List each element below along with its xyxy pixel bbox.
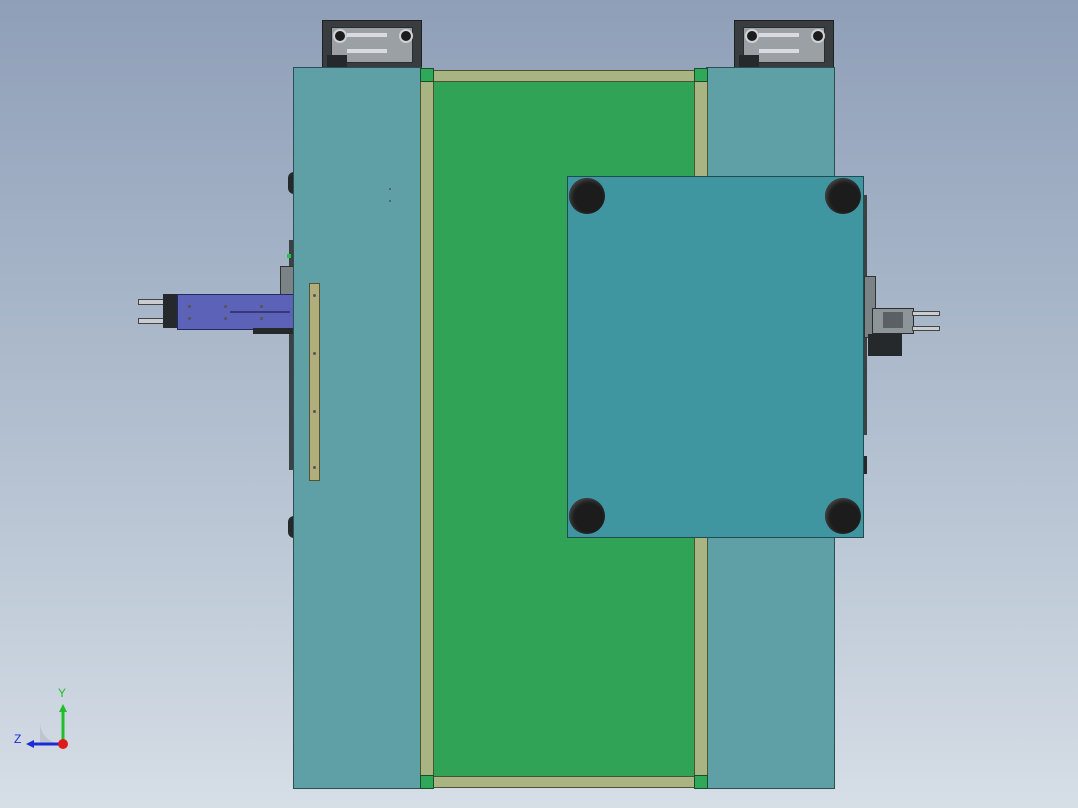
plate-mark [389,200,391,202]
bracket-slot [347,49,387,53]
bracket-bolt [399,29,413,43]
bracket-bolt [333,29,347,43]
z-arrow [26,740,34,748]
y-arrow [59,704,67,712]
conveyor-rail-bottom [420,776,708,788]
carrier-foot-top-left [569,178,605,214]
bracket-slot [347,33,387,37]
top-right-bracket-assembly[interactable] [734,20,834,70]
cylinder-screw [260,317,263,320]
left-cylinder-endcap [163,294,177,328]
left-pneumatic-cylinder[interactable] [177,294,296,330]
carrier-foot-top-right [825,178,861,214]
bracket-block [327,55,347,67]
conveyor-rail-left [420,70,434,788]
conveyor-rail-top [420,70,708,82]
y-axis-label: Y [58,686,67,700]
bracket-bolt [745,29,759,43]
coordinate-triad: Y Z [14,686,84,756]
carrier-plate[interactable] [567,176,864,538]
corner-block-top-right [694,68,708,82]
x-axis-point [58,739,68,749]
corner-block-bottom-left [420,775,434,789]
strip-screw [313,410,316,413]
bracket-slot [759,49,799,53]
left-sensor-led [287,254,291,258]
pusher-strip[interactable] [309,283,320,481]
carrier-foot-bottom-left [569,498,605,534]
bracket-slot [759,33,799,37]
bracket-bolt [811,29,825,43]
strip-screw [313,294,316,297]
bracket-block [739,55,759,67]
cylinder-screw [224,317,227,320]
z-axis-label: Z [14,732,22,746]
cylinder-screw [188,305,191,308]
right-cylinder-mount [868,334,902,356]
cylinder-slot [230,311,290,313]
corner-block-top-left [420,68,434,82]
strip-screw [313,352,316,355]
right-cylinder-face [883,312,903,328]
right-cylinder-rod-lower [912,326,940,331]
carrier-foot-bottom-right [825,498,861,534]
cylinder-screw [188,317,191,320]
left-cylinder-mount [253,328,293,334]
cylinder-screw [260,305,263,308]
corner-block-bottom-right [694,775,708,789]
plate-mark [389,188,391,190]
cylinder-screw [224,305,227,308]
triad-graphic [26,704,68,749]
triad-arc [40,722,62,744]
strip-screw [313,466,316,469]
top-left-bracket-assembly[interactable] [322,20,422,70]
right-cylinder-rod-upper [912,311,940,316]
right-cylinder-body[interactable] [872,308,914,334]
